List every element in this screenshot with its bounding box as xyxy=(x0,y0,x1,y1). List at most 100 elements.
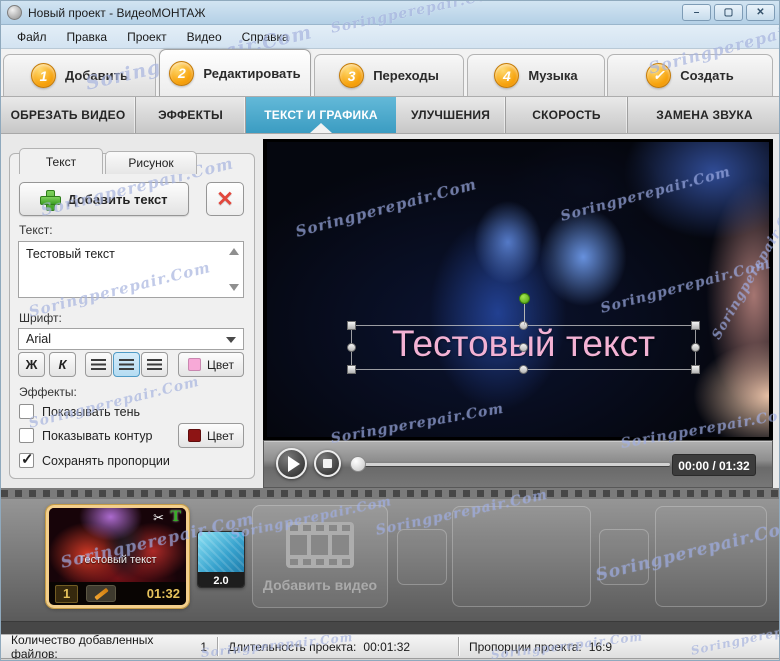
handle-center[interactable] xyxy=(518,342,528,352)
add-video-button[interactable]: Добавить видео xyxy=(252,505,388,608)
text-color-button[interactable]: Цвет xyxy=(178,352,244,377)
seek-slider[interactable] xyxy=(357,463,670,466)
align-left-icon xyxy=(91,359,106,370)
film-strip-icon xyxy=(286,521,354,568)
status-aspect-value: 16:9 xyxy=(588,639,613,654)
checkbox-box: ✓ xyxy=(19,451,34,468)
handle-top-left[interactable] xyxy=(347,321,356,330)
handle-mid-right[interactable] xyxy=(691,342,700,352)
transition-slot-placeholder xyxy=(397,529,447,585)
stop-icon xyxy=(323,459,332,468)
text-tool-icon: T xyxy=(170,508,181,525)
clip-slot-placeholder xyxy=(452,506,591,607)
italic-button[interactable]: К xyxy=(49,352,76,377)
window-titlebar: Новый проект - ВидеоМОНТАЖ – ▢ ✕ xyxy=(1,1,779,25)
handle-mid-left[interactable] xyxy=(347,342,356,352)
subtab-enhancements[interactable]: УЛУЧШЕНИЯ xyxy=(396,97,506,133)
menu-item-file[interactable]: Файл xyxy=(7,27,57,47)
seek-thumb[interactable] xyxy=(350,456,366,472)
align-center-icon xyxy=(119,359,134,370)
status-duration-value: 00:01:32 xyxy=(363,639,411,654)
checkbox-show-contour[interactable]: Показывать контур xyxy=(19,428,153,443)
menubar: Файл Правка Проект Видео Справка xyxy=(1,25,779,49)
stop-button[interactable] xyxy=(314,450,341,477)
scroll-down-icon[interactable] xyxy=(229,284,239,291)
step-tab-music[interactable]: 4 Музыка xyxy=(467,54,605,96)
subtab-speed[interactable]: СКОРОСТЬ xyxy=(506,97,628,133)
panel-tab-picture[interactable]: Рисунок xyxy=(105,151,197,174)
video-frame xyxy=(267,142,769,437)
step-tab-edit[interactable]: 2 Редактировать xyxy=(159,49,311,96)
status-files-value: 1 xyxy=(200,639,207,654)
text-label: Текст: xyxy=(19,223,53,237)
step-tab-add[interactable]: 1 Добавить xyxy=(3,54,156,96)
rotation-handle[interactable] xyxy=(518,293,530,304)
checkbox-box xyxy=(19,428,34,443)
handle-bottom-center[interactable] xyxy=(518,365,528,374)
close-button[interactable]: ✕ xyxy=(746,4,775,21)
subtab-trim-video[interactable]: ОБРЕЗАТЬ ВИДЕО xyxy=(1,97,136,133)
add-text-button[interactable]: Добавить текст xyxy=(19,182,189,216)
video-preview: Тестовый текст xyxy=(263,139,773,440)
align-right-button[interactable] xyxy=(141,352,168,377)
menu-item-help[interactable]: Справка xyxy=(232,27,299,47)
player-bar: 00:00 / 01:32 xyxy=(263,440,773,488)
delete-cross-icon: ✕ xyxy=(216,187,234,211)
handle-top-right[interactable] xyxy=(691,321,700,330)
panel-tab-text[interactable]: Текст xyxy=(19,148,103,174)
effects-label: Эффекты: xyxy=(19,385,77,399)
subtab-effects[interactable]: ЭФФЕКТЫ xyxy=(136,97,246,133)
contour-color-button[interactable]: Цвет xyxy=(178,423,244,448)
status-duration: Длительность проекта: 00:01:32 xyxy=(228,639,411,654)
text-overlay-selection[interactable]: Тестовый текст xyxy=(347,293,700,374)
status-files: Количество добавленных файлов: 1 xyxy=(11,632,207,661)
font-select[interactable]: Arial xyxy=(18,328,244,350)
clip-overlay-text: Тестовый текст xyxy=(78,554,157,566)
window-title: Новый проект - ВидеоМОНТАЖ xyxy=(28,5,206,20)
transition-preview xyxy=(198,532,244,572)
film-sprockets xyxy=(1,488,779,499)
transition-thumbnail[interactable]: 2.0 xyxy=(197,531,245,588)
menu-item-project[interactable]: Проект xyxy=(117,27,177,47)
chevron-down-icon xyxy=(226,337,236,343)
maximize-button[interactable]: ▢ xyxy=(714,4,743,21)
delete-text-button[interactable]: ✕ xyxy=(206,182,244,216)
clip-number-badge: 1 xyxy=(55,584,79,603)
text-color-swatch xyxy=(188,358,202,371)
minimize-button[interactable]: – xyxy=(682,4,711,21)
edit-clip-button[interactable] xyxy=(86,585,117,602)
font-label: Шрифт: xyxy=(19,311,62,325)
handle-bottom-left[interactable] xyxy=(347,365,356,374)
subtab-text-graphics[interactable]: ТЕКСТ И ГРАФИКА xyxy=(246,97,396,133)
app-window: Новый проект - ВидеоМОНТАЖ – ▢ ✕ Файл Пр… xyxy=(0,0,780,661)
menu-item-edit[interactable]: Правка xyxy=(57,27,118,47)
step-badge-1: 1 xyxy=(31,63,57,88)
pencil-icon xyxy=(94,587,109,601)
plus-icon xyxy=(40,189,62,211)
checkbox-keep-proportions[interactable]: ✓ Сохранять пропорции xyxy=(19,451,170,468)
step-tab-create[interactable]: ✓ Создать xyxy=(607,54,773,96)
edit-subtabs: ОБРЕЗАТЬ ВИДЕО ЭФФЕКТЫ ТЕКСТ И ГРАФИКА У… xyxy=(1,96,779,134)
status-bar: Количество добавленных файлов: 1 Длитель… xyxy=(1,632,779,661)
bold-button[interactable]: Ж xyxy=(18,352,45,377)
menu-item-video[interactable]: Видео xyxy=(177,27,232,47)
clip-info-bar: 1 01:32 xyxy=(49,582,186,605)
contour-color-swatch xyxy=(188,429,202,442)
checkmark-badge-icon: ✓ xyxy=(646,63,672,88)
step-tab-transitions[interactable]: 3 Переходы xyxy=(314,54,464,96)
handle-bottom-right[interactable] xyxy=(691,365,700,374)
clip-thumbnail[interactable]: Тестовый текст ✂ T 1 01:32 xyxy=(45,504,190,609)
text-input[interactable]: Тестовый текст xyxy=(18,241,244,298)
check-icon: ✓ xyxy=(21,451,34,468)
clip-duration: 01:32 xyxy=(146,586,180,601)
checkbox-show-shadow[interactable]: Показывать тень xyxy=(19,404,140,419)
step-badge-3: 3 xyxy=(339,63,365,88)
align-center-button[interactable] xyxy=(113,352,140,377)
play-icon xyxy=(287,455,300,472)
app-icon xyxy=(7,5,22,20)
play-button[interactable] xyxy=(276,448,307,479)
align-left-button[interactable] xyxy=(85,352,112,377)
scroll-up-icon[interactable] xyxy=(229,248,239,255)
timeline: Тестовый текст ✂ T 1 01:32 2.0 Добавить … xyxy=(1,488,779,621)
subtab-sound-replace[interactable]: ЗАМЕНА ЗВУКА xyxy=(628,97,779,133)
